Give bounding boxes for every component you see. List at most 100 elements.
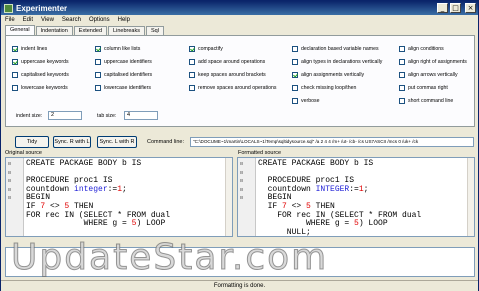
option-lowercase-identifiers[interactable]: lowercase identifiers [95, 85, 151, 91]
tab-sql[interactable]: Sql [145, 26, 164, 35]
checkbox-put-commas-right[interactable] [399, 85, 405, 91]
option-label: uppercase identifiers [104, 59, 152, 65]
option-label: align conditions [408, 46, 444, 52]
option-label: put commas right [408, 85, 448, 91]
general-options-panel: indent lines uppercase keywords capitali… [5, 35, 475, 127]
option-declaration-based-variable-names[interactable]: declaration based variable names [292, 46, 379, 52]
sync-l-with-r-button[interactable]: Sync. L with R [97, 136, 137, 148]
option-capitalised-identifiers[interactable]: capitalised identifiers [95, 72, 152, 78]
checkbox-align-types-vertically[interactable] [292, 59, 298, 65]
option-label: align assignments vertically [301, 72, 365, 78]
option-label: align types in declarations vertically [301, 59, 383, 65]
checkbox-check-missing-loop-then[interactable] [292, 85, 298, 91]
checkbox-indent-lines[interactable] [12, 46, 18, 52]
checkbox-uppercase-keywords[interactable] [12, 59, 18, 65]
sync-r-with-l-button[interactable]: Sync. R with L [53, 136, 91, 148]
checkbox-align-right-of-assignments[interactable] [399, 59, 405, 65]
checkbox-verbose[interactable] [292, 98, 298, 104]
option-label: check missing loop/then [301, 85, 357, 91]
tab-size-input[interactable]: 4 [124, 111, 158, 120]
indent-size-input[interactable]: 2 [48, 111, 82, 120]
fold-markers: ⊟ ⊟ ⊟ ⊟ ⊟ [240, 161, 244, 202]
option-capitalised-keywords[interactable]: capitalised keywords [12, 72, 69, 78]
option-align-types-vertically[interactable]: align types in declarations vertically [292, 59, 382, 65]
menu-options[interactable]: Options [85, 17, 114, 23]
option-put-commas-right[interactable]: put commas right [399, 85, 448, 91]
option-label: declaration based variable names [301, 46, 379, 52]
option-column-like-lists[interactable]: column like lists [95, 46, 140, 52]
command-line-label: Command line: [147, 139, 184, 145]
app-icon [4, 3, 13, 13]
option-indent-lines[interactable]: indent lines [12, 46, 47, 52]
menu-search[interactable]: Search [58, 17, 85, 23]
option-align-assignments-vertically[interactable]: align assignments vertically [292, 72, 364, 78]
menu-help[interactable]: Help [114, 17, 134, 23]
option-uppercase-keywords[interactable]: uppercase keywords [12, 59, 69, 65]
window-title: Experimenter [16, 3, 68, 13]
checkbox-align-assignments-vertically[interactable] [292, 72, 298, 78]
status-text: Formatting is done. [213, 283, 266, 289]
option-label: capitalised keywords [21, 72, 69, 78]
original-scrollbar[interactable] [225, 158, 232, 236]
command-line-field[interactable]: "C:\DOCUME~1\martin\LOCALS~1\Temp\sqltid… [190, 137, 474, 147]
option-label: align arrows vertically [408, 72, 458, 78]
option-lowercase-keywords[interactable]: lowercase keywords [12, 85, 68, 91]
tidy-button[interactable]: Tidy [15, 136, 49, 148]
option-compactify[interactable]: compactify [189, 46, 223, 52]
code-line: CREATE PACKAGE BODY b IS [258, 159, 374, 168]
checkbox-lowercase-keywords[interactable] [12, 85, 18, 91]
checkbox-capitalised-keywords[interactable] [12, 72, 18, 78]
close-button[interactable]: × [465, 3, 476, 13]
formatted-gutter: ⊟ ⊟ ⊟ ⊟ ⊟ [238, 158, 256, 236]
app-window: Experimenter _ □ × File Edit View Search… [0, 0, 479, 291]
checkbox-declaration-based-variable-names[interactable] [292, 46, 298, 52]
checkbox-align-arrows-vertically[interactable] [399, 72, 405, 78]
code-line: CREATE PACKAGE BODY b IS [26, 159, 142, 168]
checkbox-capitalised-identifiers[interactable] [95, 72, 101, 78]
formatted-code: CREATE PACKAGE BODY b IS PROCEDURE proc1… [258, 159, 421, 236]
option-label: lowercase identifiers [104, 85, 151, 91]
option-label: column like lists [104, 46, 141, 52]
checkbox-lowercase-identifiers[interactable] [95, 85, 101, 91]
original-source-editor[interactable]: ⊟ ⊟ ⊟ ⊟ ⊟ CREATE PACKAGE BODY b IS PROCEDURE… [5, 157, 233, 237]
option-align-right-of-assignments[interactable]: align right of assignments [399, 59, 467, 65]
menu-bar: File Edit View Search Options Help [1, 15, 478, 25]
original-code: CREATE PACKAGE BODY b IS PROCEDURE proc1… [26, 159, 170, 236]
option-uppercase-identifiers[interactable]: uppercase identifiers [95, 59, 152, 65]
menu-file[interactable]: File [1, 17, 19, 23]
tab-linebreaks[interactable]: Linebreaks [108, 26, 145, 35]
checkbox-column-like-lists[interactable] [95, 46, 101, 52]
tab-extended[interactable]: Extended [73, 26, 108, 35]
maximize-button[interactable]: □ [450, 3, 461, 13]
option-label: align right of assignments [408, 59, 467, 65]
option-align-conditions[interactable]: align conditions [399, 46, 444, 52]
formatted-source-editor[interactable]: ⊟ ⊟ ⊟ ⊟ ⊟ CREATE PACKAGE BODY b IS PROCEDURE… [237, 157, 475, 237]
checkbox-compactify[interactable] [189, 46, 195, 52]
option-short-command-line[interactable]: short command line [399, 98, 453, 104]
option-add-space-around-operations[interactable]: add space around operations [189, 59, 265, 65]
option-remove-spaces-around-operations[interactable]: remove spaces around operations [189, 85, 276, 91]
formatted-scrollbar[interactable] [467, 158, 474, 236]
menu-edit[interactable]: Edit [19, 17, 37, 23]
option-keep-spaces-around-brackets[interactable]: keep spaces around brackets [189, 72, 266, 78]
option-label: capitalised identifiers [104, 72, 153, 78]
tab-indentation[interactable]: Indentation [35, 26, 73, 35]
tab-size-label: tab size: [97, 113, 117, 119]
option-label: add space around operations [198, 59, 266, 65]
option-verbose[interactable]: verbose [292, 98, 319, 104]
checkbox-align-conditions[interactable] [399, 46, 405, 52]
checkbox-remove-spaces-around-operations[interactable] [189, 85, 195, 91]
option-align-arrows-vertically[interactable]: align arrows vertically [399, 72, 458, 78]
checkbox-add-space-around-operations[interactable] [189, 59, 195, 65]
option-label: remove spaces around operations [198, 85, 277, 91]
indent-size-label: indent size: [16, 113, 43, 119]
option-label: short command line [408, 98, 454, 104]
option-check-missing-loop-then[interactable]: check missing loop/then [292, 85, 356, 91]
checkbox-uppercase-identifiers[interactable] [95, 59, 101, 65]
minimize-button[interactable]: _ [437, 3, 448, 13]
tab-general[interactable]: General [5, 25, 35, 35]
menu-view[interactable]: View [37, 17, 58, 23]
checkbox-keep-spaces-around-brackets[interactable] [189, 72, 195, 78]
option-label: lowercase keywords [21, 85, 68, 91]
checkbox-short-command-line[interactable] [399, 98, 405, 104]
